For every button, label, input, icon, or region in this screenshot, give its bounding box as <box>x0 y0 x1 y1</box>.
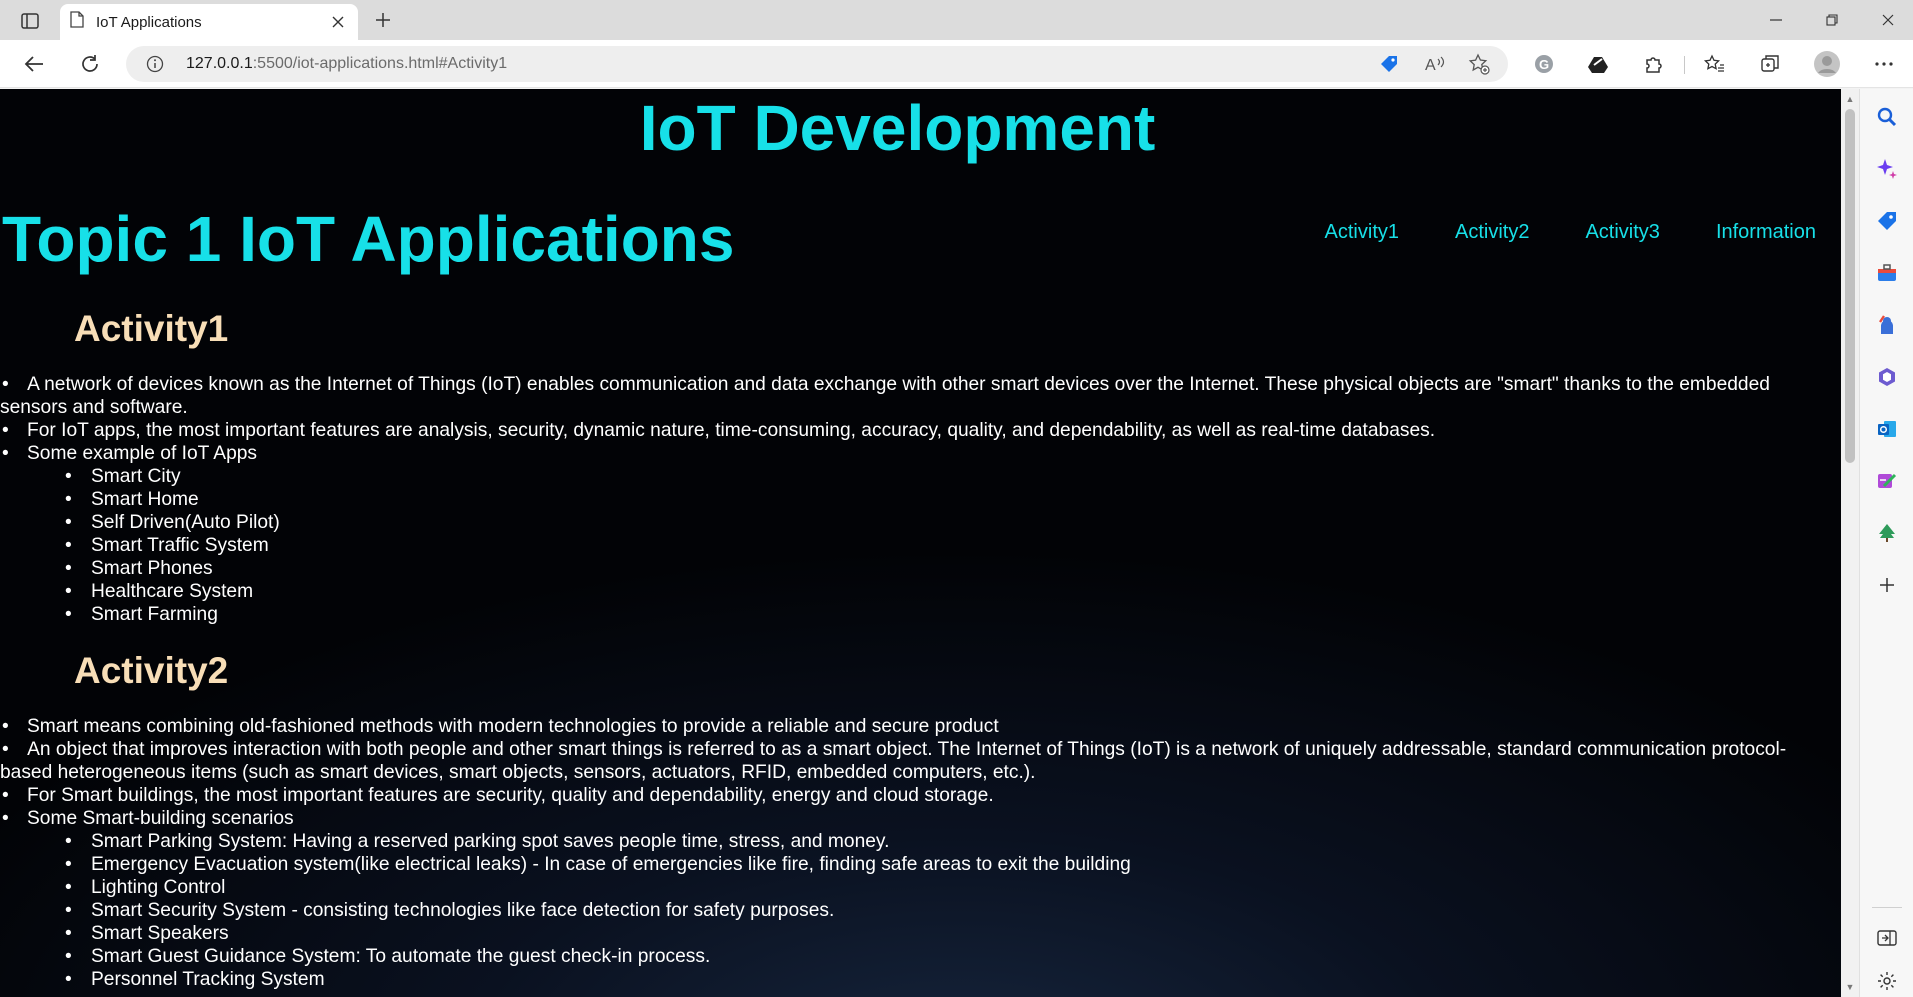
browser-window: IoT Applications 127.0.0.1:5500/iot-appl… <box>0 0 1913 997</box>
restore-icon[interactable] <box>1804 0 1860 40</box>
activity1-heading: Activity1 <box>74 308 229 349</box>
nav-link-information[interactable]: Information <box>1716 221 1816 244</box>
close-window-icon[interactable] <box>1860 0 1913 40</box>
designer-icon[interactable] <box>1873 467 1901 495</box>
example-item: Self Driven(Auto Pilot) <box>27 511 1790 534</box>
list-item: For IoT apps, the most important feature… <box>0 419 1790 442</box>
scrollbar-thumb[interactable] <box>1845 109 1855 463</box>
page-icon <box>70 11 84 33</box>
site-title: IoT Development <box>639 92 1156 164</box>
svg-text:G: G <box>1539 57 1549 72</box>
scenario-item: Emergency Evacuation system(like electri… <box>27 853 1790 876</box>
outlook-icon[interactable] <box>1873 415 1901 443</box>
url-host: 127.0.0.1 <box>186 55 253 72</box>
nav-link-activity1[interactable]: Activity1 <box>1325 221 1399 244</box>
copilot-icon[interactable]: G <box>1528 48 1560 80</box>
svg-text:A: A <box>1425 57 1436 74</box>
nav-link-activity3[interactable]: Activity3 <box>1585 221 1659 244</box>
scenario-item: Smart Speakers <box>27 922 1790 945</box>
shopping-tag-icon[interactable] <box>1873 207 1901 235</box>
page-scrollbar[interactable]: ▲ ▼ <box>1841 89 1859 997</box>
scroll-down-icon[interactable]: ▼ <box>1844 981 1856 993</box>
read-aloud-icon[interactable]: A <box>1422 52 1448 76</box>
back-icon[interactable] <box>18 48 50 80</box>
url-text[interactable]: 127.0.0.1:5500/iot-applications.html#Act… <box>186 55 507 73</box>
tab-actions-icon[interactable] <box>14 8 46 34</box>
scroll-up-icon[interactable]: ▲ <box>1844 93 1856 105</box>
activity2-heading: Activity2 <box>74 650 229 691</box>
example-item: Smart Farming <box>27 603 1790 626</box>
search-icon[interactable] <box>1873 103 1901 131</box>
example-item: Healthcare System <box>27 580 1790 603</box>
info-icon[interactable] <box>144 53 166 75</box>
example-item: Smart City <box>27 465 1790 488</box>
example-item: Smart Phones <box>27 557 1790 580</box>
list-item: A network of devices known as the Intern… <box>0 373 1790 419</box>
tree-icon[interactable] <box>1873 519 1901 547</box>
browser-toolbar: 127.0.0.1:5500/iot-applications.html#Act… <box>0 40 1913 88</box>
example-item: Smart Traffic System <box>27 534 1790 557</box>
web-page: IoT Development Topic 1 IoT Applications… <box>0 89 1841 997</box>
scenario-item: Personnel Tracking System <box>27 968 1790 991</box>
favorites-icon[interactable] <box>1698 48 1730 80</box>
list-item: For Smart buildings, the most important … <box>0 784 1790 807</box>
list-item-text: Smart means combining old-fashioned meth… <box>27 716 999 737</box>
topic-title: Topic 1 IoT Applications <box>2 203 735 275</box>
activity1-content: A network of devices known as the Intern… <box>0 373 1790 626</box>
collections-icon[interactable] <box>1754 48 1786 80</box>
list-item-text: Some Smart-building scenarios <box>27 808 294 829</box>
list-item-text: An object that improves interaction with… <box>0 739 1787 783</box>
new-tab-icon[interactable] <box>368 6 398 34</box>
sidebar-separator <box>1872 907 1902 908</box>
sidebar-toggle-icon[interactable] <box>1873 924 1901 952</box>
tab-title: IoT Applications <box>96 13 202 31</box>
office-icon[interactable] <box>1873 363 1901 391</box>
list-item-text: For Smart buildings, the most important … <box>27 785 994 806</box>
extension-icon[interactable] <box>1582 48 1614 80</box>
tag-icon[interactable] <box>1376 52 1402 76</box>
list-item: Smart means combining old-fashioned meth… <box>0 715 1790 738</box>
scenario-item: Smart Parking System: Having a reserved … <box>27 830 1790 853</box>
tab-iot-applications[interactable]: IoT Applications <box>60 4 358 40</box>
example-item: Smart Home <box>27 488 1790 511</box>
puzzle-icon[interactable] <box>1638 48 1670 80</box>
list-item: Some Smart-building scenarios Smart Park… <box>0 807 1790 991</box>
tab-strip: IoT Applications <box>0 0 1913 40</box>
activity2-content: Smart means combining old-fashioned meth… <box>0 715 1790 991</box>
toolbar-separator <box>1684 56 1685 74</box>
favorite-add-icon[interactable] <box>1466 52 1492 76</box>
list-item-text: A network of devices known as the Intern… <box>0 374 1770 418</box>
minimize-icon[interactable] <box>1748 0 1804 40</box>
settings-icon[interactable] <box>1873 967 1901 995</box>
games-icon[interactable] <box>1873 311 1901 339</box>
refresh-icon[interactable] <box>74 48 106 80</box>
list-item: Some example of IoT Apps Smart City Smar… <box>0 442 1790 626</box>
nav-link-activity2[interactable]: Activity2 <box>1455 221 1529 244</box>
close-tab-icon[interactable] <box>328 12 348 32</box>
sparkle-icon[interactable] <box>1873 155 1901 183</box>
list-item-text: Some example of IoT Apps <box>27 443 258 464</box>
add-icon[interactable] <box>1873 571 1901 599</box>
toolbox-icon[interactable] <box>1873 259 1901 287</box>
address-bar[interactable]: 127.0.0.1:5500/iot-applications.html#Act… <box>126 46 1508 82</box>
scenario-item: Smart Guest Guidance System: To automate… <box>27 945 1790 968</box>
more-icon[interactable] <box>1868 48 1900 80</box>
scenario-item: Smart Security System - consisting techn… <box>27 899 1790 922</box>
list-item-text: For IoT apps, the most important feature… <box>27 420 1436 441</box>
top-navigation: Activity1 Activity2 Activity3 Informatio… <box>1325 221 1816 244</box>
url-path: :5500/iot-applications.html#Activity1 <box>252 55 508 72</box>
browser-sidebar <box>1859 89 1913 997</box>
profile-icon[interactable] <box>1811 48 1843 80</box>
list-item: An object that improves interaction with… <box>0 738 1790 784</box>
scenario-item: Lighting Control <box>27 876 1790 899</box>
